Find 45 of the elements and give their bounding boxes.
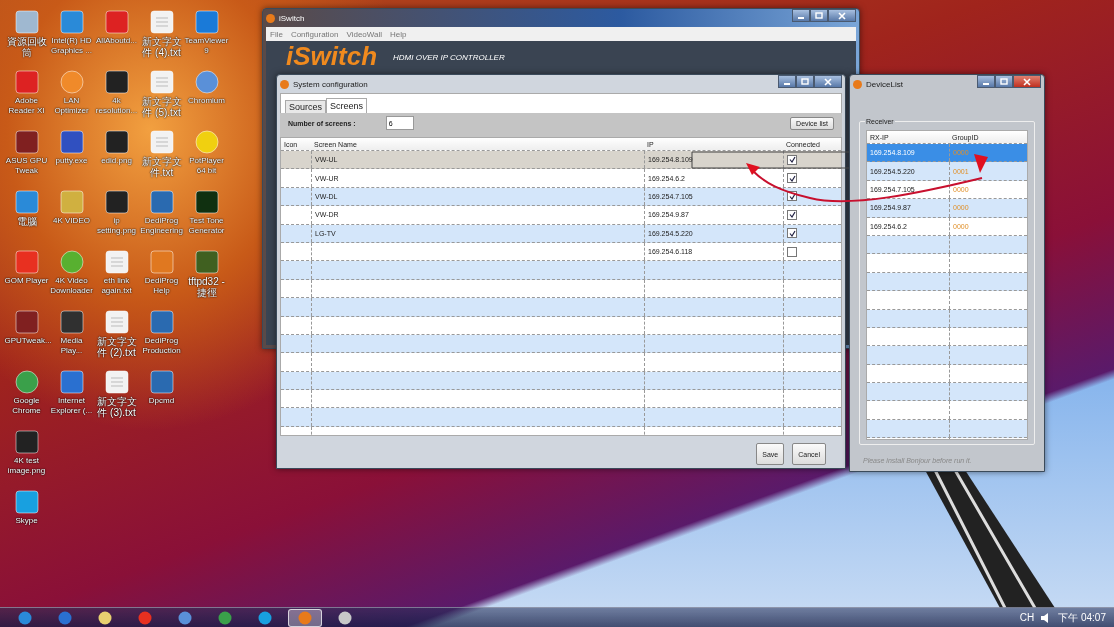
desktop-icon-label[interactable]: Intel(R) HD Graphics ... (49, 36, 94, 56)
desktop-icon-label[interactable]: 資源回收筒 (4, 36, 49, 58)
desktop-icon-label[interactable]: Dpcmd (139, 396, 184, 406)
desktop-icon-label[interactable]: Internet Explorer (... (49, 396, 94, 416)
menu-item[interactable]: Configuration (290, 29, 339, 39)
desktop-icon-label[interactable]: DediProg Help (139, 276, 184, 296)
menu-item[interactable]: File (270, 29, 283, 39)
desktop-icon-label[interactable]: Adobe Reader XI (4, 96, 49, 116)
desktop-icon-label[interactable]: tftpd32 - 捷徑 (184, 276, 229, 298)
desktop-icon-label[interactable]: eth link again.txt (94, 276, 139, 296)
language-indicator[interactable]: CH (1019, 612, 1035, 623)
desktop-icon-label[interactable]: putty.exe (49, 156, 94, 166)
desktop-icon-label[interactable]: ip setting.png (94, 216, 139, 236)
desktop-icon-label[interactable]: 新文字文件 (4).txt (139, 36, 184, 58)
menu-item[interactable]: Help (390, 29, 407, 39)
app-logo: iSwitch (286, 41, 377, 71)
desktop-icon-label[interactable]: GOM Player (4, 276, 49, 286)
desktop-icon-label[interactable]: 4K Video Downloader (49, 276, 94, 296)
desktop-icon-label[interactable]: Google Chrome (4, 396, 49, 416)
desktop-icon-label[interactable]: Test Tone Generator (184, 216, 229, 236)
desktop-icon-label[interactable]: Media Play... (49, 336, 94, 356)
window-title: DeviceList (866, 79, 904, 89)
desktop-icon-label[interactable]: AllAboutd... (94, 36, 139, 46)
app-subtitle: HDMI OVER IP CONTROLLER (393, 53, 505, 62)
desktop-icon-label[interactable]: GPUTweak... (4, 336, 49, 346)
desktop-icon-label[interactable]: TeamViewer 9 (184, 36, 229, 56)
window-title: System configuration (293, 79, 369, 89)
desktop-icon-label[interactable]: 4K VIDEO (49, 216, 94, 226)
clock[interactable]: 下午 04:07 (1058, 610, 1106, 625)
tab[interactable]: Sources (285, 100, 327, 113)
desktop-icon-label[interactable]: Chromium (184, 96, 229, 106)
desktop-icon-label[interactable]: 新文字文件.txt (139, 156, 184, 178)
desktop-icon-label[interactable]: 電腦 (4, 216, 49, 227)
desktop-icon-label[interactable]: Skype (4, 516, 49, 526)
desktop-icon-label[interactable]: DediProg Engineering (139, 216, 184, 236)
desktop-icon-label[interactable]: 4K test image.png (4, 456, 49, 476)
window-title: iSwitch (279, 13, 306, 23)
desktop-icon-label[interactable]: LAN Optimizer (49, 96, 94, 116)
desktop-icon-label[interactable]: PotPlayer 64 bit (184, 156, 229, 176)
desktop-icon-label[interactable]: ASUS GPU Tweak (4, 156, 49, 176)
desktop-icon-label[interactable]: DediProg Production (139, 336, 184, 356)
desktop-icon-label[interactable]: 新文字文件 (3).txt (94, 396, 139, 418)
desktop-icon-label[interactable]: 新文字文件 (2).txt (94, 336, 139, 358)
tab[interactable]: Screens (326, 98, 368, 113)
menu-item[interactable]: VideoWall (346, 29, 383, 39)
